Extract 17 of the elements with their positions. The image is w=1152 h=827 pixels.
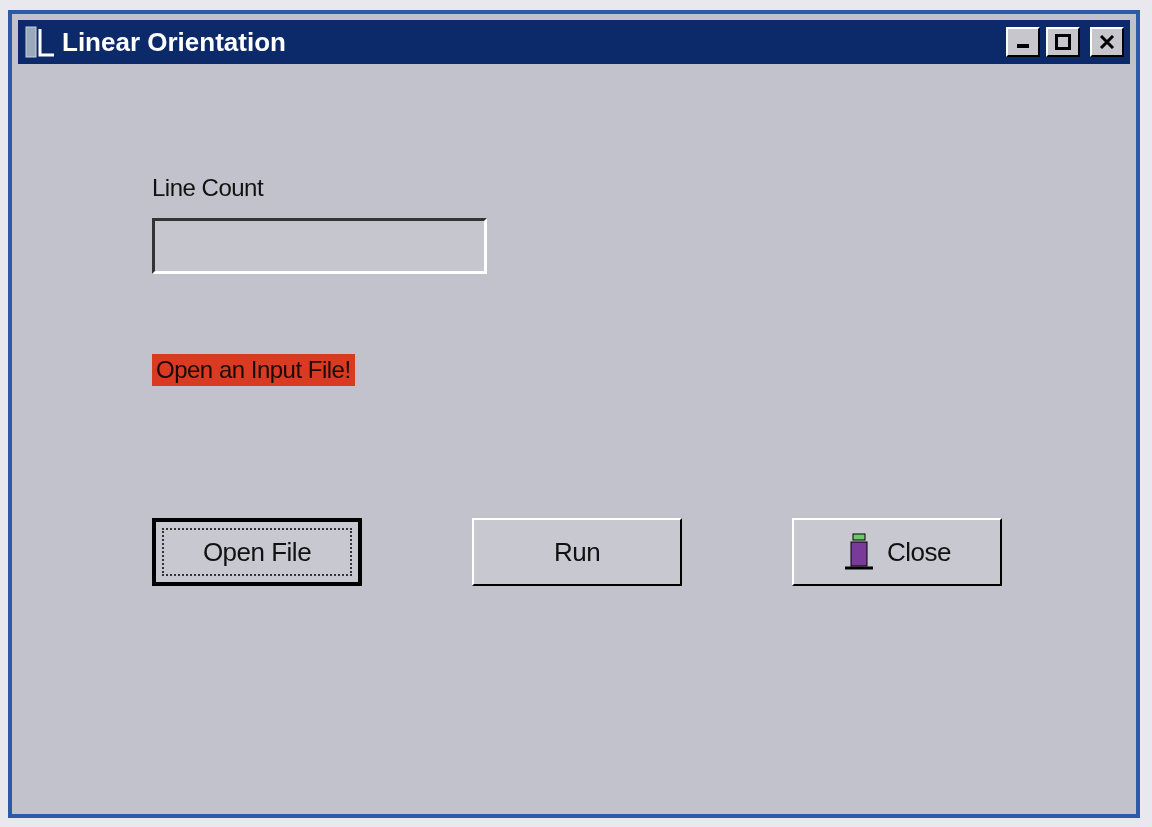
dialog-button[interactable]: Run: [472, 518, 682, 586]
window-title: Linear Orientation: [62, 26, 287, 58]
close-icon: [1099, 35, 1115, 49]
button-label: Open File: [202, 536, 312, 568]
maximize-icon: [1055, 34, 1071, 50]
minimize-icon: [1017, 44, 1029, 48]
dialog-button[interactable]: Close: [792, 518, 1002, 586]
status-message: Open an Input File!: [152, 354, 355, 386]
line-count-field[interactable]: [152, 218, 487, 274]
field-label: Line Count: [152, 174, 265, 202]
app-icon: [24, 25, 56, 59]
button-label: Close: [887, 536, 951, 568]
button-label: Run: [553, 536, 601, 568]
maximize-button[interactable]: [1046, 27, 1080, 57]
minimize-button[interactable]: [1006, 27, 1040, 57]
dialog-button[interactable]: Open File: [152, 518, 362, 586]
close-button[interactable]: [1090, 27, 1124, 57]
